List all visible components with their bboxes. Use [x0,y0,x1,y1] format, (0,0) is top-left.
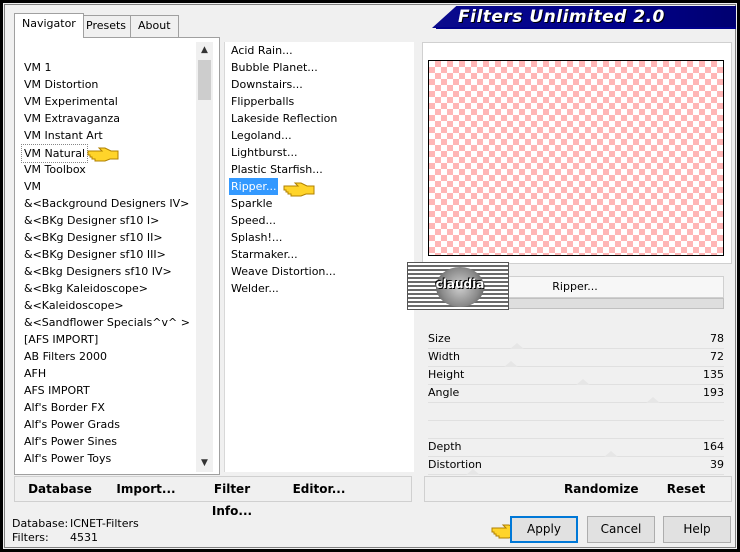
list-item[interactable]: &<Background Designers IV> [16,195,196,212]
param-size[interactable]: Size 78 [428,330,724,349]
list-item[interactable]: Speed... [225,212,414,229]
list-item[interactable]: Weave Distortion... [225,263,414,280]
list-item[interactable]: Acid Rain... [225,42,414,59]
list-item-selected[interactable]: Ripper... [225,178,414,195]
cancel-button[interactable]: Cancel [587,516,655,543]
scroll-thumb[interactable] [198,60,211,100]
list-item[interactable]: Alf's Power Toys [16,450,196,467]
list-item[interactable]: &<BKg Designer sf10 II> [16,229,196,246]
category-scrollbar[interactable]: ▲ ▼ [196,42,213,472]
editor-button[interactable]: Editor... [292,478,346,500]
tab-about[interactable]: About [130,15,179,37]
list-item[interactable]: Flipperballs [225,93,414,110]
list-item[interactable]: Legoland... [225,127,414,144]
list-item[interactable]: Sparkle [225,195,414,212]
list-item[interactable]: VM 1 [16,59,196,76]
list-item[interactable]: AFH [16,365,196,382]
list-item[interactable]: &<Bkg Kaleidoscope> [16,280,196,297]
list-item[interactable]: VM Experimental [16,93,196,110]
preview-image [428,60,724,256]
list-item[interactable]: [AFS IMPORT] [16,331,196,348]
param-width[interactable]: Width 72 [428,348,724,367]
scroll-down-icon[interactable]: ▼ [196,455,213,472]
list-item[interactable]: Bubble Planet... [225,59,414,76]
title-underline [436,27,736,29]
list-item[interactable]: Alf's Power Grads [16,416,196,433]
param-empty [428,402,724,421]
list-item[interactable]: VM Toolbox [16,161,196,178]
randomize-button[interactable]: Randomize [564,478,638,500]
list-item[interactable]: &<Bkg Designers sf10 IV> [16,263,196,280]
param-angle[interactable]: Angle 193 [428,384,724,403]
list-item[interactable]: Lakeside Reflection [225,110,414,127]
status-filters: Filters: 4531 [12,531,98,544]
list-item[interactable]: Alf's Power Sines [16,433,196,450]
category-list[interactable]: VM 1 VM Distortion VM Experimental VM Ex… [16,59,196,471]
database-button[interactable]: Database [28,478,92,500]
window-title: Filters Unlimited 2.0 [458,7,665,27]
param-distortion[interactable]: Distortion 39 [428,456,724,475]
list-item[interactable]: &<BKg Designer sf10 III> [16,246,196,263]
pointing-hand-icon [87,147,119,162]
list-item[interactable]: VM Extravaganza [16,110,196,127]
list-item[interactable]: VM Instant Art [16,127,196,144]
list-item[interactable]: Plastic Starfish... [225,161,414,178]
param-empty [428,420,724,439]
filter-list[interactable]: Acid Rain... Bubble Planet... Downstairs… [224,42,414,472]
status-database: Database: ICNET-Filters [12,517,139,530]
slider-knob[interactable] [466,469,480,475]
list-item[interactable]: Splash!... [225,229,414,246]
list-item[interactable]: VM Distortion [16,76,196,93]
filter-name: Ripper... [552,280,598,293]
title-banner: Filters Unlimited 2.0 [432,6,736,28]
pointing-hand-icon [283,182,315,197]
list-item[interactable]: &<Kaleidoscope> [16,297,196,314]
list-item[interactable]: Alf's Border FX [16,399,196,416]
list-item[interactable]: Lightburst... [225,144,414,161]
parameter-panel: Size 78 Width 72 Height 135 Angle 193 De… [424,328,730,476]
reset-button[interactable]: Reset [664,478,708,500]
list-item[interactable]: Downstairs... [225,76,414,93]
filter-info-button[interactable]: Filter Info... [196,478,268,518]
apply-button[interactable]: Apply [510,516,578,543]
param-height[interactable]: Height 135 [428,366,724,385]
help-button[interactable]: Help [663,516,731,543]
filters-unlimited-dialog: { "title": "Filters Unlimited 2.0", "tab… [0,0,740,552]
tab-navigator[interactable]: Navigator [14,13,84,38]
list-item[interactable]: &<Sandflower Specials^v^ > [16,314,196,331]
logo-text: claudia [435,277,485,291]
list-item[interactable]: AFS IMPORT [16,382,196,399]
import-button[interactable]: Import... [116,478,176,500]
param-depth[interactable]: Depth 164 [428,438,724,457]
list-item[interactable]: VM [16,178,196,195]
claudia-logo: claudia [407,262,509,310]
list-item[interactable]: Starmaker... [225,246,414,263]
list-item[interactable]: Welder... [225,280,414,297]
tab-presets[interactable]: Presets [78,15,135,37]
list-item[interactable]: AB Filters 2000 [16,348,196,365]
list-item[interactable]: &<BKg Designer sf10 I> [16,212,196,229]
scroll-up-icon[interactable]: ▲ [196,42,213,59]
